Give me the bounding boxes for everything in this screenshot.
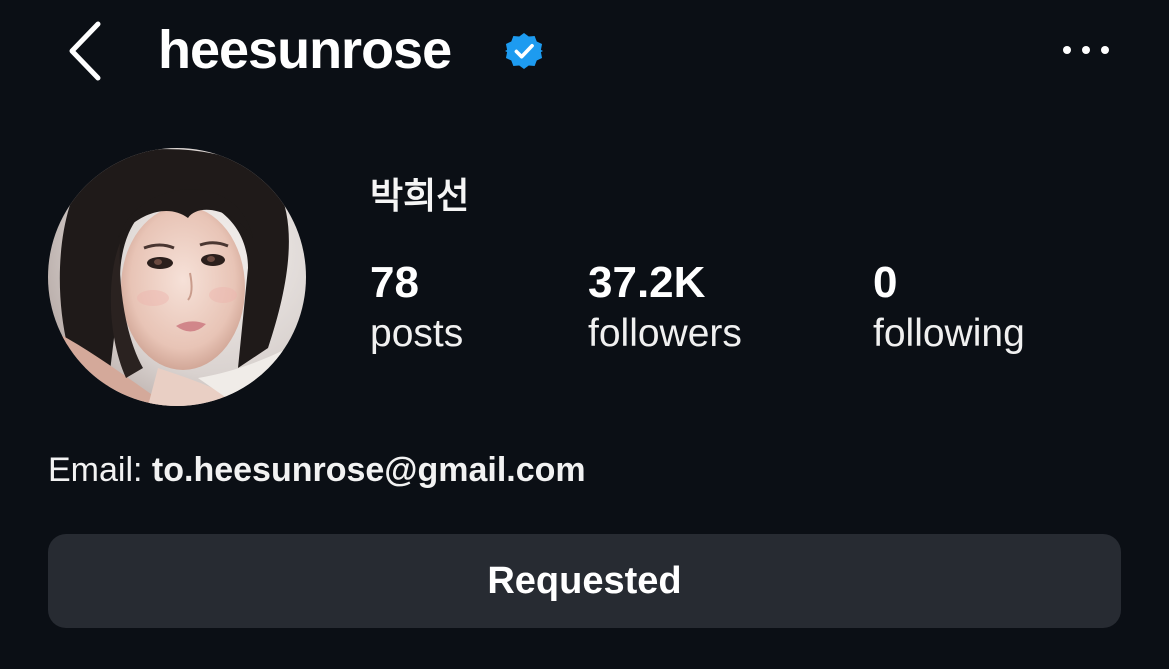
profile-page: heesunrose 박희선 78 posts 37.2K followers … (0, 0, 1169, 669)
following-label: following (873, 312, 1025, 355)
avatar-image (48, 148, 306, 406)
more-horizontal-icon-dot (1063, 46, 1071, 54)
stat-followers[interactable]: 37.2K followers (588, 256, 742, 358)
requested-button[interactable]: Requested (48, 534, 1121, 628)
profile-username: heesunrose (158, 20, 452, 80)
email-label: Email: (48, 451, 143, 489)
verified-badge-icon (505, 32, 543, 70)
more-horizontal-icon-dot (1101, 46, 1109, 54)
stat-following[interactable]: 0 following (873, 256, 1025, 358)
profile-bio: Email: to.heesunrose@gmail.com (48, 448, 586, 492)
followers-count: 37.2K (588, 258, 706, 307)
back-button[interactable] (58, 18, 110, 84)
more-horizontal-icon-dot (1082, 46, 1090, 54)
posts-count: 78 (370, 258, 419, 307)
posts-label: posts (370, 312, 464, 355)
more-options-button[interactable] (1054, 30, 1118, 70)
followers-label: followers (588, 312, 742, 355)
chevron-left-icon (69, 21, 101, 81)
profile-display-name: 박희선 (370, 176, 470, 217)
stat-posts[interactable]: 78 posts (370, 256, 463, 358)
email-link[interactable]: to.heesunrose@gmail.com (152, 451, 586, 489)
following-count: 0 (873, 258, 898, 307)
profile-avatar[interactable] (48, 148, 306, 406)
